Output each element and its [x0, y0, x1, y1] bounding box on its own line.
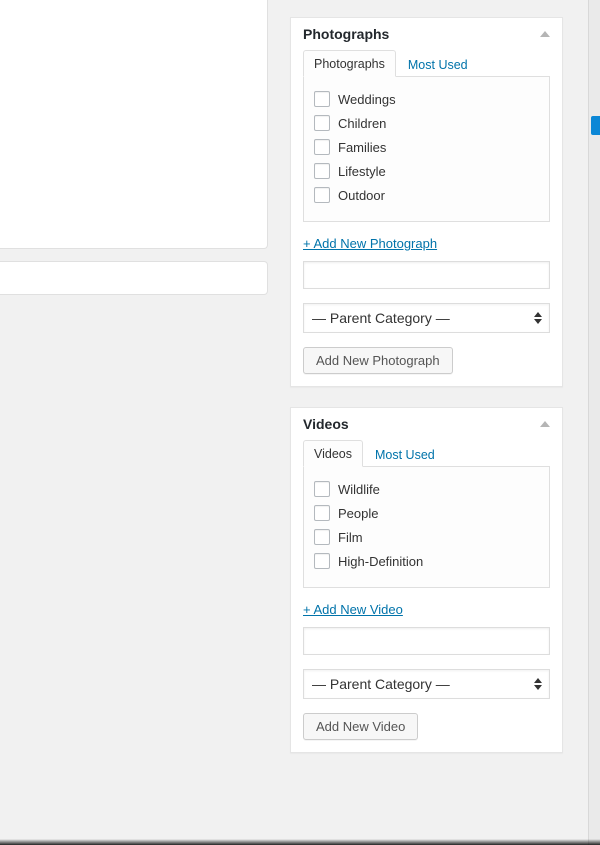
list-item: Film: [314, 525, 539, 549]
add-new-photograph-link[interactable]: + Add New Photograph: [303, 236, 437, 251]
photographs-list: Weddings Children Families Lifestyl: [314, 87, 539, 207]
photographs-tabs: Photographs Most Used: [303, 50, 550, 77]
videos-tabs: Videos Most Used: [303, 440, 550, 467]
checkbox-families[interactable]: [314, 139, 330, 155]
sidebar-column: Photographs Photographs Most Used Weddin…: [270, 0, 600, 845]
checkbox-label: High-Definition: [338, 554, 423, 569]
collapse-icon: [540, 421, 550, 427]
checkbox-label: Families: [338, 140, 386, 155]
parent-category-select-wrap: — Parent Category —: [303, 669, 550, 699]
checkbox-weddings[interactable]: [314, 91, 330, 107]
videos-title: Videos: [303, 416, 349, 432]
videos-list: Wildlife People Film High-Definitio: [314, 477, 539, 573]
parent-category-select[interactable]: — Parent Category —: [303, 303, 550, 333]
new-photograph-input[interactable]: [303, 261, 550, 289]
photographs-body: Photographs Most Used Weddings Children: [291, 50, 562, 386]
photographs-metabox: Photographs Photographs Most Used Weddin…: [290, 17, 563, 387]
add-new-video-button[interactable]: Add New Video: [303, 713, 418, 740]
checkbox-people[interactable]: [314, 505, 330, 521]
checkbox-high-definition[interactable]: [314, 553, 330, 569]
checkbox-children[interactable]: [314, 115, 330, 131]
bottom-shadow: [0, 839, 600, 845]
photographs-title: Photographs: [303, 26, 389, 42]
checkbox-label: Film: [338, 530, 363, 545]
checkbox-label: Wildlife: [338, 482, 380, 497]
videos-body: Videos Most Used Wildlife People: [291, 440, 562, 752]
list-item: Outdoor: [314, 183, 539, 207]
videos-metabox: Videos Videos Most Used Wildlife: [290, 407, 563, 753]
photographs-panel: Weddings Children Families Lifestyl: [303, 76, 550, 222]
checkbox-label: Lifestyle: [338, 164, 386, 179]
add-new-video-link[interactable]: + Add New Video: [303, 602, 403, 617]
add-new-photograph-button[interactable]: Add New Photograph: [303, 347, 453, 374]
list-item: Families: [314, 135, 539, 159]
editor-panel-fragment: [0, 261, 268, 295]
list-item: Lifestyle: [314, 159, 539, 183]
tab-photographs-most-used[interactable]: Most Used: [396, 52, 478, 77]
tab-videos-all[interactable]: Videos: [303, 440, 363, 467]
left-column: [0, 0, 270, 845]
checkbox-label: Outdoor: [338, 188, 385, 203]
list-item: People: [314, 501, 539, 525]
right-edge-strip: [588, 0, 600, 845]
checkbox-label: Weddings: [338, 92, 396, 107]
videos-panel: Wildlife People Film High-Definitio: [303, 466, 550, 588]
videos-header[interactable]: Videos: [291, 408, 562, 440]
list-item: High-Definition: [314, 549, 539, 573]
editor-panel-fragment: [0, 0, 268, 249]
collapse-icon: [540, 31, 550, 37]
checkbox-wildlife[interactable]: [314, 481, 330, 497]
parent-category-select[interactable]: — Parent Category —: [303, 669, 550, 699]
checkbox-label: Children: [338, 116, 386, 131]
checkbox-lifestyle[interactable]: [314, 163, 330, 179]
parent-category-select-wrap: — Parent Category —: [303, 303, 550, 333]
list-item: Children: [314, 111, 539, 135]
tab-videos-most-used[interactable]: Most Used: [363, 442, 445, 467]
checkbox-outdoor[interactable]: [314, 187, 330, 203]
new-video-input[interactable]: [303, 627, 550, 655]
blue-tag-icon: [591, 116, 600, 135]
list-item: Weddings: [314, 87, 539, 111]
photographs-header[interactable]: Photographs: [291, 18, 562, 50]
tab-photographs-all[interactable]: Photographs: [303, 50, 396, 77]
checkbox-film[interactable]: [314, 529, 330, 545]
checkbox-label: People: [338, 506, 378, 521]
list-item: Wildlife: [314, 477, 539, 501]
